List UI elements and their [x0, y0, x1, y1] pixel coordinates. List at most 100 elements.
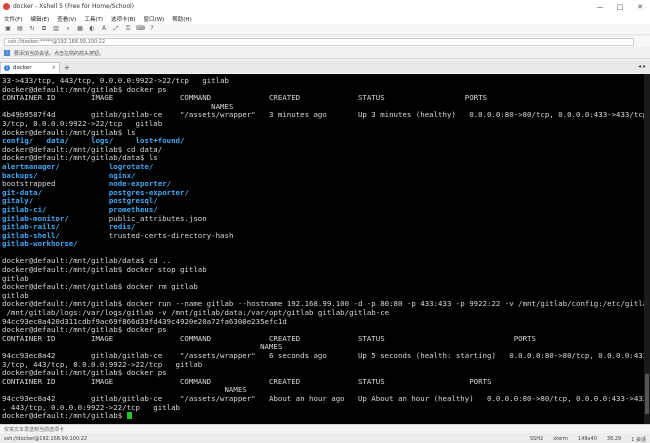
terminal-line: 3/tcp, 0.0.0.0:9922->22/tcp gitlab [2, 120, 646, 129]
terminal-text: NAMES [2, 102, 234, 111]
directory-entry: redis/ [108, 223, 136, 232]
minimize-button[interactable]: — [590, 0, 610, 13]
terminal-scrollbar[interactable] [644, 74, 650, 424]
status-protocol: SSH2 [529, 435, 544, 442]
file-entry: trusted-certs-directory-hash [108, 231, 234, 240]
terminal-text: CONTAINER ID IMAGE COMMAND CREATED STATU… [2, 94, 487, 103]
terminal-line: NAMES [2, 103, 646, 112]
terminal-text: 4b49b9587f4d gitlab/gitlab-ce "/assets/w… [2, 111, 646, 120]
terminal-text: docker@default:/mnt/gitlab/data$ cd .. [2, 257, 172, 266]
paste-icon[interactable]: ▥ [52, 25, 60, 33]
directory-entry: logs/ [91, 137, 114, 146]
terminal-text: 3/tcp, 0.0.0.0:9922->22/tcp gitlab [2, 119, 163, 128]
copy-icon[interactable]: ⧉ [40, 25, 48, 33]
directory-entry: lost+found/ [135, 137, 185, 146]
terminal-screen[interactable]: 33->433/tcp, 443/tcp, 0.0.0.0:9922->22/t… [0, 74, 650, 424]
tab-bar: 1 docker × + ◂ ▸ [0, 61, 650, 73]
terminal-text: 94cc93ec8a42 gitlab/gitlab-ce "/assets/w… [2, 352, 646, 360]
tab-docker[interactable]: 1 docker × [0, 62, 60, 73]
toolbar: ▣ ▤ ↻ ⧉ ▥ ⌕ ▦ ◐ A ⤢ ⚿ ⌨ ? [0, 24, 650, 35]
terminal-text: 94cc93ec8a420d311cdbf9ac69f866d33fd439c4… [2, 317, 287, 326]
menu-tabs[interactable]: 选项卡(B) [111, 15, 136, 23]
search-icon[interactable]: ⌕ [64, 25, 72, 33]
address-bar: ssh://docker:*****@192.168.99.100:22 [0, 36, 650, 47]
compose-bar[interactable]: 仅将文本发送到当前选项卡 [0, 424, 650, 433]
session-notice-bar: i 要添加当前会话，点击左侧的箭头按钮。 [0, 48, 650, 59]
menu-edit[interactable]: 编辑(E) [30, 15, 49, 23]
terminal-line: NAMES [2, 343, 646, 352]
keyboard-icon[interactable]: ⌨ [136, 25, 145, 33]
new-tab-icon[interactable]: + [64, 64, 70, 72]
terminal-text: docker@default:/mnt/gitlab$ cd data/ [2, 145, 163, 154]
new-session-icon[interactable]: ▣ [4, 25, 12, 33]
tab-close-icon[interactable]: × [52, 65, 56, 71]
directory-entry: postgresql/ [108, 197, 158, 206]
menu-view[interactable]: 查看(V) [57, 15, 76, 23]
terminal-line: gitlab-rails/ redis/ [2, 223, 646, 232]
terminal-text: 3/tcp, 443/tcp, 0.0.0.0:9922->22/tcp git… [2, 360, 203, 369]
lock-icon[interactable]: ⚿ [124, 25, 132, 33]
terminal-line: 3/tcp, 443/tcp, 0.0.0.0:9922->22/tcp git… [2, 361, 646, 370]
terminal-text: gitlab [2, 291, 29, 300]
directory-entry: gitlab-ci/ [2, 205, 47, 214]
terminal-line: docker@default:/mnt/gitlab$ docker stop … [2, 266, 646, 275]
terminal-line: alertmanager/ logrotate/ [2, 163, 646, 172]
terminal-line: CONTAINER ID IMAGE COMMAND CREATED STATU… [2, 378, 646, 387]
menu-window[interactable]: 窗口(W) [144, 15, 165, 23]
terminal-line: docker@default:/mnt/gitlab/data$ ls [2, 154, 646, 163]
tab-scroll-arrows-icon[interactable]: ◂ ▸ [638, 63, 646, 70]
menu-help[interactable]: 帮助(H) [172, 15, 191, 23]
close-button[interactable]: ✕ [630, 0, 650, 13]
terminal-line: NAMES [2, 386, 646, 395]
menu-bar: 文件(F) 编辑(E) 查看(V) 工具(T) 选项卡(B) 窗口(W) 帮助(… [0, 13, 650, 24]
terminal-line: , 443/tcp, 0.0.0.0:9922->22/tcp gitlab [2, 404, 646, 413]
terminal-text: NAMES [2, 386, 247, 395]
terminal-text: docker@default:/mnt/gitlab$ docker ps [2, 85, 167, 94]
menu-file[interactable]: 文件(F) [4, 15, 22, 23]
session-status-icon: 1 [4, 65, 10, 71]
directory-entry: gitlab-monitor/ [2, 214, 69, 223]
font-icon[interactable]: A [100, 25, 108, 33]
terminal-text: docker@default:/mnt/gitlab$ docker stop … [2, 266, 207, 275]
terminal-line: docker@default:/mnt/gitlab$ docker run -… [2, 300, 646, 309]
terminal-line: gitlab-monitor/ public_attributes.json [2, 215, 646, 224]
terminal-line: CONTAINER ID IMAGE COMMAND CREATED STATU… [2, 94, 646, 103]
title-bar: docker - Xshell 5 (Free for Home/School)… [0, 0, 650, 14]
terminal-text: docker@default:/mnt/gitlab$ docker rm gi… [2, 283, 198, 292]
terminal-output: 33->433/tcp, 443/tcp, 0.0.0.0:9922->22/t… [2, 77, 646, 421]
terminal-line: bootstrapped node-exporter/ [2, 180, 646, 189]
terminal-cursor [126, 412, 132, 420]
address-input[interactable]: ssh://docker:*****@192.168.99.100:22 [4, 37, 634, 46]
fullscreen-icon[interactable]: ⤢ [112, 25, 120, 33]
maximize-button[interactable]: □ [610, 0, 630, 13]
open-folder-icon[interactable]: ▤ [16, 25, 24, 33]
compose-text: 仅将文本发送到当前选项卡 [4, 426, 65, 433]
scrollbar-thumb[interactable] [645, 374, 649, 414]
color-scheme-icon[interactable]: ◐ [88, 25, 96, 33]
status-size: 149x40 [578, 435, 597, 442]
directory-entry: node-exporter/ [108, 180, 172, 189]
terminal-line: docker@default:/mnt/gitlab/data$ cd .. [2, 257, 646, 266]
status-cursor-pos: 38,29 [606, 435, 622, 442]
terminal-line: docker@default:/mnt/gitlab$ docker rm gi… [2, 283, 646, 292]
help-icon[interactable]: ? [148, 25, 156, 33]
terminal-line: docker@default:/mnt/gitlab$ [2, 412, 646, 421]
status-info: SSH2 xterm 149x40 38,29 1 会话 [520, 436, 646, 443]
menu-tools[interactable]: 工具(T) [84, 15, 103, 23]
directory-entry: nginx/ [108, 171, 136, 180]
reconnect-icon[interactable]: ↻ [28, 25, 36, 33]
status-terminal-type: xterm [553, 435, 569, 442]
directory-entry: gitlab-rails/ [2, 223, 60, 232]
window-controls: — □ ✕ [590, 0, 650, 13]
terminal-line: 94cc93ec8a420d311cdbf9ac69f866d33fd439c4… [2, 318, 646, 327]
terminal-line: gitlab-ci/ prometheus/ [2, 206, 646, 215]
print-icon[interactable]: ▦ [76, 25, 84, 33]
directory-entry: logrotate/ [108, 162, 154, 171]
directory-entry: prometheus/ [108, 205, 158, 214]
file-entry: bootstrapped [2, 180, 56, 189]
terminal-line: 94cc93ec8a42 gitlab/gitlab-ce "/assets/w… [2, 395, 646, 404]
status-session-count: 1 会话 [631, 436, 646, 443]
directory-entry: gitlab-shell/ [2, 231, 60, 240]
terminal-text: CONTAINER ID IMAGE COMMAND CREATED STATU… [2, 377, 492, 386]
terminal-text: 33->433/tcp, 443/tcp, 0.0.0.0:9922->22/t… [2, 77, 229, 85]
